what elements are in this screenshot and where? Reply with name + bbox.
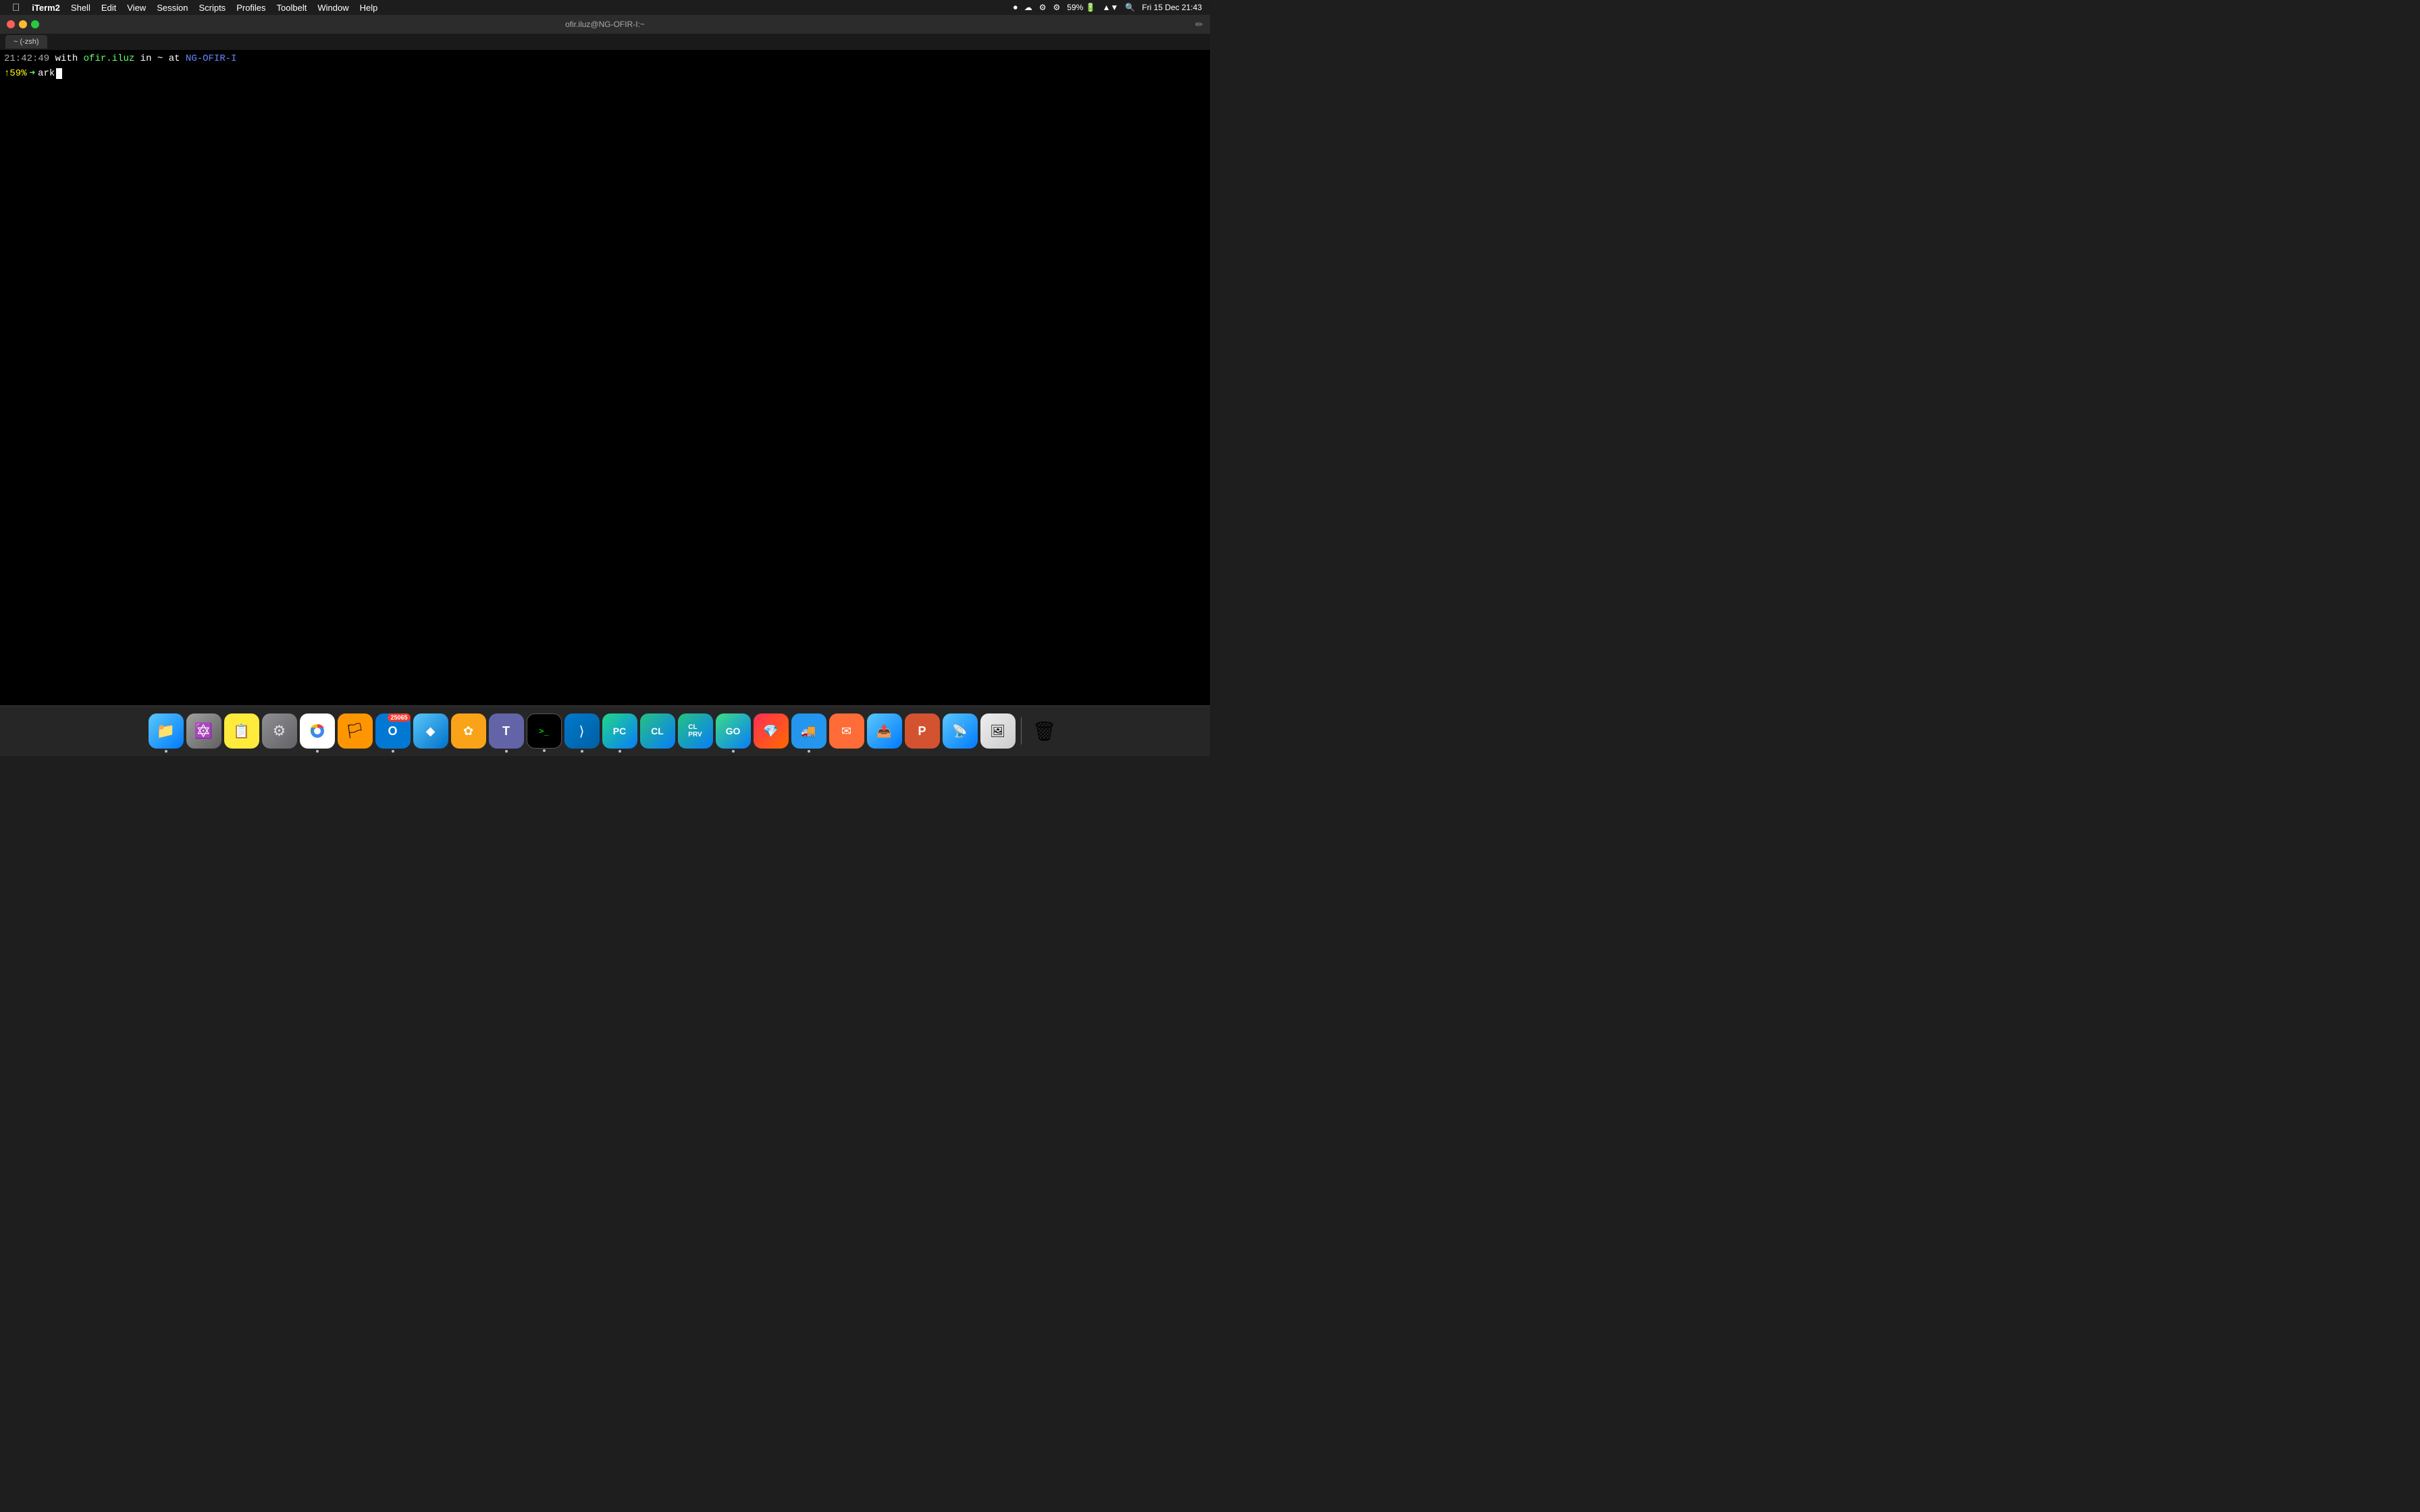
status-gear1: ⚙ bbox=[1036, 0, 1049, 15]
status-wifi: ▲▼ bbox=[1100, 0, 1122, 15]
dock-item-pycharm[interactable]: PC bbox=[602, 713, 637, 749]
in-text: in bbox=[140, 53, 157, 64]
dock-item-terminal[interactable]: >_ bbox=[527, 713, 562, 749]
edit-icon[interactable]: ✏ bbox=[1195, 19, 1203, 30]
username: ofir.iluz bbox=[84, 53, 135, 64]
menubar-left:  iTerm2 Shell Edit View Session Scripts… bbox=[5, 0, 383, 15]
app-name-menu[interactable]: iTerm2 bbox=[26, 0, 65, 15]
dock-item-sketch[interactable]: ✿ bbox=[451, 713, 486, 749]
dock-item-firefox[interactable]: 🏳 bbox=[338, 713, 373, 749]
with-text: with bbox=[55, 53, 84, 64]
dock-item-radar[interactable]: 📡 bbox=[943, 713, 978, 749]
at-text: at bbox=[169, 53, 186, 64]
outlook-badge: 25065 bbox=[388, 713, 410, 722]
dock-item-system-preferences[interactable]: ⚙ bbox=[262, 713, 297, 749]
title-bar: ofir.iluz@NG-OFIR-I:~ ✏ bbox=[0, 15, 1210, 34]
dock-item-outlook[interactable]: O 25065 bbox=[375, 713, 411, 749]
view-menu[interactable]: View bbox=[122, 0, 151, 15]
shell-menu[interactable]: Shell bbox=[65, 0, 96, 15]
dock-item-docker[interactable]: 🚚 bbox=[791, 713, 826, 749]
dock-separator bbox=[1021, 718, 1022, 745]
traffic-lights bbox=[7, 20, 39, 28]
window-title: ofir.iluz@NG-OFIR-I:~ bbox=[565, 20, 645, 29]
dock-item-preview[interactable]: 🖼 bbox=[980, 713, 1016, 749]
title-right: ✏ bbox=[1195, 19, 1203, 30]
dock-item-finder[interactable]: 📁 bbox=[149, 713, 184, 749]
status-gear2: ⚙ bbox=[1051, 0, 1063, 15]
dock-item-goland[interactable]: GO bbox=[716, 713, 751, 749]
dock-item-transporter[interactable]: 📤 bbox=[867, 713, 902, 749]
menubar-right: ⏺ ☁ ⚙ ⚙ 59% 🔋 ▲▼ 🔍 Fri 15 Dec 21:43 bbox=[1011, 0, 1205, 15]
dock-item-postman[interactable]: ✉ bbox=[829, 713, 864, 749]
tab-bar: ~ (-zsh) bbox=[0, 34, 1210, 50]
toolbelt-menu[interactable]: Toolbelt bbox=[271, 0, 313, 15]
prompt-line2: ↑59% ➜ ark bbox=[4, 68, 1206, 81]
dock-item-powerpoint[interactable]: P bbox=[905, 713, 940, 749]
help-menu[interactable]: Help bbox=[354, 0, 384, 15]
edit-menu[interactable]: Edit bbox=[96, 0, 122, 15]
active-tab[interactable]: ~ (-zsh) bbox=[5, 35, 47, 49]
status-battery: 59% 🔋 bbox=[1064, 0, 1098, 15]
exit-code: ↑59% bbox=[4, 68, 27, 81]
close-button[interactable] bbox=[7, 20, 15, 28]
status-cloud: ☁ bbox=[1022, 0, 1035, 15]
hostname: NG-OFIR-I bbox=[186, 53, 237, 64]
dock: 📁 🔯 📋 ⚙ 🏳 O 25065 ◆ ✿ T >_ bbox=[0, 705, 1210, 756]
status-search[interactable]: 🔍 bbox=[1122, 0, 1138, 15]
timestamp: 21:42:49 bbox=[4, 53, 49, 64]
dock-item-teams[interactable]: T bbox=[489, 713, 524, 749]
dock-item-vscode[interactable]: ⟩ bbox=[564, 713, 600, 749]
directory: ~ bbox=[157, 53, 163, 64]
minimize-button[interactable] bbox=[19, 20, 27, 28]
menubar:  iTerm2 Shell Edit View Session Scripts… bbox=[0, 0, 1210, 15]
cursor bbox=[56, 68, 62, 79]
scripts-menu[interactable]: Scripts bbox=[193, 0, 231, 15]
command-text: ark bbox=[38, 68, 55, 81]
status-datetime: Fri 15 Dec 21:43 bbox=[1139, 0, 1205, 15]
apple-menu[interactable]:  bbox=[5, 0, 26, 15]
dock-item-rubymine[interactable]: 💎 bbox=[754, 713, 789, 749]
maximize-button[interactable] bbox=[31, 20, 39, 28]
status-record: ⏺ bbox=[1011, 0, 1020, 15]
dock-item-chrome[interactable] bbox=[300, 713, 335, 749]
dock-item-launchpad[interactable]: 🔯 bbox=[186, 713, 221, 749]
window-menu[interactable]: Window bbox=[312, 0, 354, 15]
iterm-window: ofir.iluz@NG-OFIR-I:~ ✏ ~ (-zsh) 21:42:4… bbox=[0, 15, 1210, 705]
dock-item-clion[interactable]: CL bbox=[640, 713, 675, 749]
profiles-menu[interactable]: Profiles bbox=[231, 0, 271, 15]
dock-item-trash[interactable]: 🗑 bbox=[1027, 713, 1062, 749]
session-menu[interactable]: Session bbox=[151, 0, 193, 15]
terminal-area[interactable]: 21:42:49 with ofir.iluz in ~ at NG-OFIR-… bbox=[0, 50, 1210, 705]
dock-item-stickies[interactable]: 📋 bbox=[224, 713, 259, 749]
dock-item-blueapp1[interactable]: ◆ bbox=[413, 713, 448, 749]
dock-item-clion-preview[interactable]: CLPRV bbox=[678, 713, 713, 749]
prompt-arrow: ➜ bbox=[30, 68, 35, 81]
prompt-line1: 21:42:49 with ofir.iluz in ~ at NG-OFIR-… bbox=[4, 53, 1206, 66]
